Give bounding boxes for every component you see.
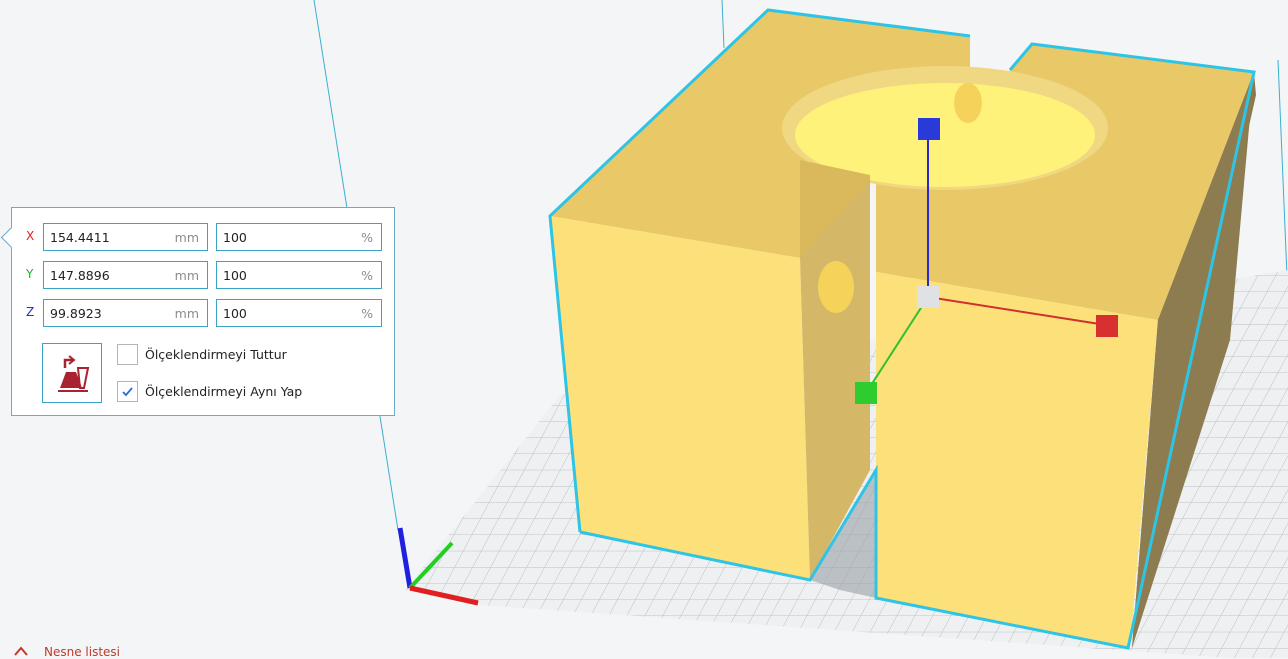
z-size-input[interactable]: 99.8923 mm <box>43 299 208 327</box>
scale-handle-y[interactable] <box>855 382 877 404</box>
z-size-unit: mm <box>174 306 199 321</box>
object-list-toggle[interactable]: Nesne listesi <box>14 642 214 659</box>
axis-label-z: Z <box>26 305 35 319</box>
checkmark-icon <box>122 387 133 397</box>
scale-handle-z[interactable] <box>918 118 940 140</box>
uniform-scaling-checkbox[interactable] <box>117 381 138 402</box>
uniform-scale-icon <box>58 355 90 392</box>
scale-handle-uniform[interactable] <box>917 286 939 308</box>
z-percent-input[interactable]: 100 % <box>216 299 382 327</box>
y-percent-unit: % <box>361 268 373 283</box>
y-size-unit: mm <box>174 268 199 283</box>
scale-row-z: Z 99.8923 mm 100 % <box>12 299 394 327</box>
z-size-value: 99.8923 <box>50 306 102 321</box>
build-volume-edge <box>721 0 725 49</box>
x-percent-input[interactable]: 100 % <box>216 223 382 251</box>
uniform-scale-button[interactable] <box>42 343 102 403</box>
uniform-scaling-label: Ölçeklendirmeyi Aynı Yap <box>145 384 303 399</box>
axis-label-y: Y <box>26 267 34 281</box>
z-percent-value: 100 <box>223 306 247 321</box>
x-percent-value: 100 <box>223 230 247 245</box>
scale-row-y: Y 147.8896 mm 100 % <box>12 261 394 289</box>
x-size-input[interactable]: 154.4411 mm <box>43 223 208 251</box>
object-list-label: Nesne listesi <box>44 645 121 659</box>
snap-scaling-label: Ölçeklendirmeyi Tuttur <box>145 347 287 362</box>
z-percent-unit: % <box>361 306 373 321</box>
snap-scaling-checkbox[interactable] <box>117 344 138 365</box>
y-size-value: 147.8896 <box>50 268 110 283</box>
scale-handle-x[interactable] <box>1096 315 1118 337</box>
x-size-unit: mm <box>174 230 199 245</box>
x-size-value: 154.4411 <box>50 230 110 245</box>
scale-row-x: X 154.4411 mm 100 % <box>12 223 394 251</box>
build-volume-edge <box>1277 59 1288 301</box>
y-percent-value: 100 <box>223 268 247 283</box>
x-percent-unit: % <box>361 230 373 245</box>
chevron-up-icon <box>14 646 28 656</box>
axis-label-x: X <box>26 229 35 243</box>
scale-tool-panel: X 154.4411 mm 100 % Y 147.8896 mm 100 % … <box>0 207 395 416</box>
y-size-input[interactable]: 147.8896 mm <box>43 261 208 289</box>
y-percent-input[interactable]: 100 % <box>216 261 382 289</box>
